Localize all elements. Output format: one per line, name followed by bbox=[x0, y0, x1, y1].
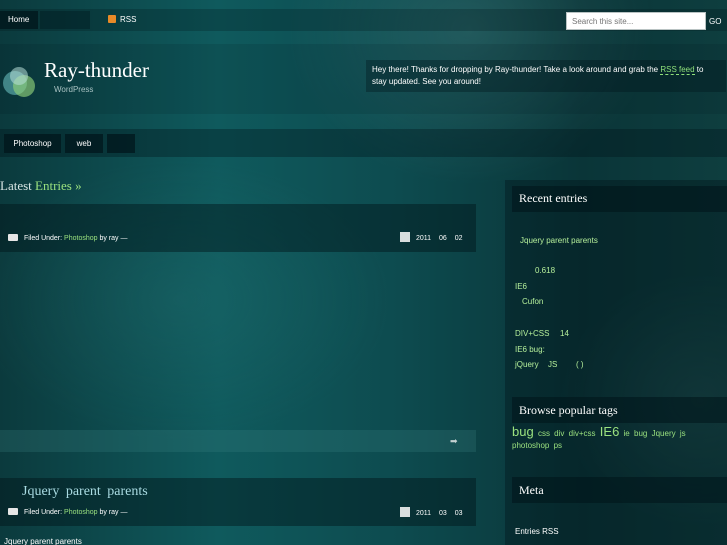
tag-link[interactable]: bug bbox=[512, 424, 534, 439]
tag-link[interactable]: Jquery bbox=[652, 429, 676, 438]
welcome-text-before: Hey there! Thanks for dropping by Ray-th… bbox=[372, 65, 661, 74]
folder-icon bbox=[8, 508, 18, 515]
post1-meta: Filed Under: Photoshop by ray — bbox=[8, 234, 128, 244]
tag-link[interactable]: ie bbox=[624, 429, 630, 438]
rss-label: RSS bbox=[120, 15, 137, 24]
recent-entries-heading: Recent entries bbox=[519, 191, 588, 205]
post2-meta: Filed Under: Photoshop by ray — bbox=[8, 508, 128, 518]
recent-entry-link[interactable]: DIV+CSS bbox=[515, 329, 549, 338]
latest-prefix: Latest bbox=[0, 178, 32, 193]
tag-link[interactable]: js bbox=[680, 429, 686, 438]
popular-tags-heading: Browse popular tags bbox=[519, 403, 618, 417]
latest-entries-link[interactable]: Entries » bbox=[35, 178, 82, 193]
tag-link[interactable]: IE6 bbox=[600, 424, 620, 439]
post2-title[interactable]: Jquery parent parents bbox=[22, 484, 148, 500]
recent-entry-link[interactable]: Cufon bbox=[522, 297, 543, 306]
recent-entry-link[interactable]: IE6 bug: bbox=[515, 345, 545, 354]
post2-date: 2011 03 03 bbox=[400, 507, 463, 517]
post1-date-year: 2011 bbox=[415, 235, 432, 242]
search-go-button[interactable]: GO bbox=[709, 12, 727, 30]
filed-under-label: Filed Under: bbox=[23, 509, 63, 516]
tag-link[interactable]: photoshop bbox=[512, 441, 549, 450]
recent-entry-link[interactable]: 0.618 bbox=[535, 266, 555, 275]
post1-date: 2011 06 02 bbox=[400, 232, 463, 242]
post1-category-link[interactable]: Photoshop bbox=[64, 235, 97, 242]
post1-date-day: 02 bbox=[454, 235, 463, 242]
welcome-message: Hey there! Thanks for dropping by Ray-th… bbox=[366, 60, 726, 92]
recent-entry-link[interactable]: Jquery parent parents bbox=[520, 236, 598, 245]
latest-entries-heading: Latest Entries » bbox=[0, 178, 82, 194]
tag-cloud: bug css div div+css IE6 ie bug Jquery js… bbox=[512, 424, 724, 452]
folder-icon bbox=[8, 234, 18, 241]
recent-entry-link[interactable]: JS bbox=[548, 360, 557, 369]
rss-icon bbox=[108, 15, 116, 23]
meta-entries-rss-link[interactable]: Entries RSS bbox=[515, 527, 559, 536]
recent-entry-link[interactable]: jQuery bbox=[515, 360, 539, 369]
tag-link[interactable]: css bbox=[538, 429, 550, 438]
post2-excerpt: Jquery parent parents bbox=[4, 537, 82, 545]
home-button[interactable]: Home bbox=[0, 11, 38, 29]
rss-link[interactable]: RSS bbox=[100, 11, 144, 29]
recent-entry-link[interactable]: 14 bbox=[560, 329, 569, 338]
site-tagline: WordPress bbox=[54, 85, 94, 94]
recent-entry-link[interactable]: IE6 bbox=[515, 282, 527, 291]
calendar-icon bbox=[400, 507, 410, 517]
meta-heading: Meta bbox=[519, 483, 544, 497]
post1-meta-band bbox=[0, 204, 476, 252]
tag-link[interactable]: bug bbox=[634, 429, 647, 438]
blank-nav-tab[interactable] bbox=[40, 11, 90, 29]
category-web[interactable]: web bbox=[65, 134, 103, 153]
tag-link[interactable]: div+css bbox=[569, 429, 596, 438]
filed-under-label: Filed Under: bbox=[23, 235, 63, 242]
calendar-icon bbox=[400, 232, 410, 242]
meta-header-box bbox=[512, 477, 727, 503]
tag-link[interactable]: div bbox=[554, 429, 564, 438]
recent-entry-link[interactable]: ( ) bbox=[576, 360, 584, 369]
post2-category-link[interactable]: Photoshop bbox=[64, 509, 97, 516]
site-logo-icon[interactable] bbox=[0, 62, 40, 102]
post2-date-month: 03 bbox=[438, 510, 447, 517]
search-input[interactable] bbox=[566, 12, 706, 30]
read-more-arrow-icon[interactable]: ➡ bbox=[450, 436, 458, 447]
post1-date-month: 06 bbox=[438, 235, 447, 242]
category-photoshop[interactable]: Photoshop bbox=[4, 134, 61, 153]
site-title[interactable]: Ray-thunder bbox=[44, 58, 149, 83]
post1-footer-band bbox=[0, 430, 476, 452]
post2-date-day: 03 bbox=[454, 510, 463, 517]
post2-author: by ray — bbox=[99, 509, 128, 516]
tag-link[interactable]: ps bbox=[554, 441, 562, 450]
category-blank[interactable] bbox=[107, 134, 135, 153]
rss-feed-link[interactable]: RSS feed bbox=[660, 65, 695, 75]
post1-author: by ray — bbox=[99, 235, 128, 242]
post2-date-year: 2011 bbox=[415, 510, 432, 517]
